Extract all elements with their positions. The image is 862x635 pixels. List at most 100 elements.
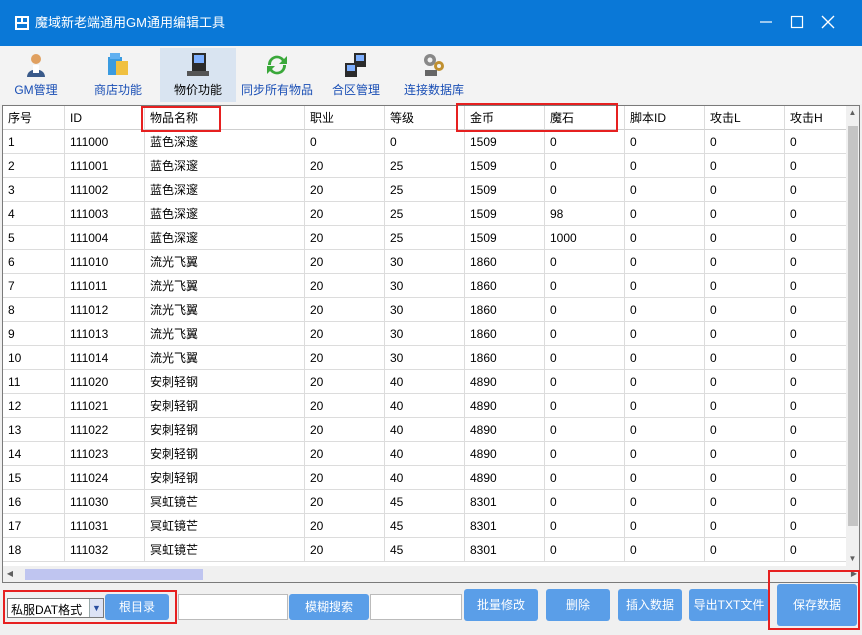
cell-id[interactable]: 111002 [65,178,145,202]
cell-script[interactable]: 0 [625,466,705,490]
cell-atk-l[interactable]: 0 [705,370,785,394]
cell-level[interactable]: 25 [385,202,465,226]
cell-name[interactable]: 蓝色深邃 [145,202,305,226]
table-row[interactable]: 5 111004 蓝色深邃 20 25 1509 1000 0 0 0 [3,226,848,250]
save-data-button[interactable]: 保存数据 [777,584,857,626]
cell-gold[interactable]: 4890 [465,370,545,394]
close-button[interactable] [815,10,841,36]
cell-magic[interactable]: 0 [545,274,625,298]
cell-id[interactable]: 111022 [65,418,145,442]
cell-job[interactable]: 20 [305,274,385,298]
column-header-id[interactable]: ID [65,106,145,130]
cell-seq[interactable]: 11 [3,370,65,394]
table-row[interactable]: 7 111011 流光飞翼 20 30 1860 0 0 0 0 [3,274,848,298]
cell-seq[interactable]: 1 [3,130,65,154]
cell-seq[interactable]: 18 [3,538,65,562]
cell-id[interactable]: 111014 [65,346,145,370]
cell-atk-h[interactable]: 0 [785,490,848,514]
cell-magic[interactable]: 0 [545,250,625,274]
cell-atk-l[interactable]: 0 [705,322,785,346]
cell-seq[interactable]: 5 [3,226,65,250]
cell-seq[interactable]: 7 [3,274,65,298]
cell-gold[interactable]: 4890 [465,466,545,490]
cell-gold[interactable]: 1860 [465,250,545,274]
table-row[interactable]: 2 111001 蓝色深邃 20 25 1509 0 0 0 0 [3,154,848,178]
table-row[interactable]: 1 111000 蓝色深邃 0 0 1509 0 0 0 0 [3,130,848,154]
tool-gm-manage[interactable]: GM管理 [10,48,62,102]
cell-job[interactable]: 20 [305,250,385,274]
cell-script[interactable]: 0 [625,538,705,562]
cell-gold[interactable]: 1860 [465,274,545,298]
cell-job[interactable]: 20 [305,298,385,322]
table-row[interactable]: 10 111014 流光飞翼 20 30 1860 0 0 0 0 [3,346,848,370]
table-row[interactable]: 6 111010 流光飞翼 20 30 1860 0 0 0 0 [3,250,848,274]
cell-job[interactable]: 20 [305,466,385,490]
cell-job[interactable]: 20 [305,178,385,202]
tool-connect-db[interactable]: 连接数据库 [400,48,468,102]
cell-level[interactable]: 25 [385,226,465,250]
cell-atk-l[interactable]: 0 [705,466,785,490]
cell-level[interactable]: 45 [385,538,465,562]
cell-name[interactable]: 安刺轻钢 [145,370,305,394]
scroll-down-icon[interactable]: ▼ [846,552,859,566]
cell-atk-h[interactable]: 0 [785,346,848,370]
cell-id[interactable]: 111021 [65,394,145,418]
cell-level[interactable]: 40 [385,394,465,418]
cell-atk-l[interactable]: 0 [705,490,785,514]
cell-level[interactable]: 40 [385,418,465,442]
cell-script[interactable]: 0 [625,226,705,250]
cell-atk-h[interactable]: 0 [785,514,848,538]
scroll-up-icon[interactable]: ▲ [846,106,859,120]
table-row[interactable]: 13 111022 安刺轻钢 20 40 4890 0 0 0 0 [3,418,848,442]
cell-job[interactable]: 20 [305,370,385,394]
table-row[interactable]: 17 111031 冥虹镜芒 20 45 8301 0 0 0 0 [3,514,848,538]
table-row[interactable]: 9 111013 流光飞翼 20 30 1860 0 0 0 0 [3,322,848,346]
table-row[interactable]: 15 111024 安刺轻钢 20 40 4890 0 0 0 0 [3,466,848,490]
chevron-down-icon[interactable]: ▼ [89,599,103,617]
cell-atk-h[interactable]: 0 [785,250,848,274]
cell-gold[interactable]: 1509 [465,202,545,226]
cell-job[interactable]: 20 [305,322,385,346]
table-row[interactable]: 14 111023 安刺轻钢 20 40 4890 0 0 0 0 [3,442,848,466]
cell-level[interactable]: 30 [385,322,465,346]
cell-name[interactable]: 蓝色深邃 [145,226,305,250]
cell-gold[interactable]: 1860 [465,322,545,346]
cell-name[interactable]: 冥虹镜芒 [145,490,305,514]
cell-level[interactable]: 45 [385,490,465,514]
cell-name[interactable]: 冥虹镜芒 [145,538,305,562]
cell-script[interactable]: 0 [625,154,705,178]
cell-magic[interactable]: 0 [545,418,625,442]
cell-seq[interactable]: 8 [3,298,65,322]
cell-script[interactable]: 0 [625,370,705,394]
cell-job[interactable]: 20 [305,490,385,514]
batch-edit-button[interactable]: 批量修改 [464,589,538,621]
cell-job[interactable]: 20 [305,202,385,226]
cell-level[interactable]: 45 [385,514,465,538]
cell-atk-h[interactable]: 0 [785,466,848,490]
cell-id[interactable]: 111031 [65,514,145,538]
cell-magic[interactable]: 0 [545,130,625,154]
cell-name[interactable]: 安刺轻钢 [145,418,305,442]
cell-magic[interactable]: 0 [545,298,625,322]
cell-script[interactable]: 0 [625,274,705,298]
cell-atk-l[interactable]: 0 [705,394,785,418]
table-row[interactable]: 18 111032 冥虹镜芒 20 45 8301 0 0 0 0 [3,538,848,562]
cell-atk-h[interactable]: 0 [785,322,848,346]
cell-atk-h[interactable]: 0 [785,394,848,418]
cell-id[interactable]: 111024 [65,466,145,490]
cell-seq[interactable]: 13 [3,418,65,442]
cell-magic[interactable]: 0 [545,178,625,202]
column-header-seq[interactable]: 序号 [3,106,65,130]
format-select[interactable]: 私服DAT格式 ▼ [7,598,104,618]
cell-gold[interactable]: 1509 [465,154,545,178]
table-row[interactable]: 11 111020 安刺轻钢 20 40 4890 0 0 0 0 [3,370,848,394]
cell-script[interactable]: 0 [625,202,705,226]
column-header-gold[interactable]: 金币 [465,106,545,130]
cell-seq[interactable]: 14 [3,442,65,466]
cell-level[interactable]: 40 [385,466,465,490]
cell-script[interactable]: 0 [625,298,705,322]
column-header-atk-h[interactable]: 攻击H [785,106,848,130]
cell-id[interactable]: 111010 [65,250,145,274]
cell-job[interactable]: 20 [305,154,385,178]
vertical-scrollbar[interactable]: ▲ ▼ [846,106,859,566]
